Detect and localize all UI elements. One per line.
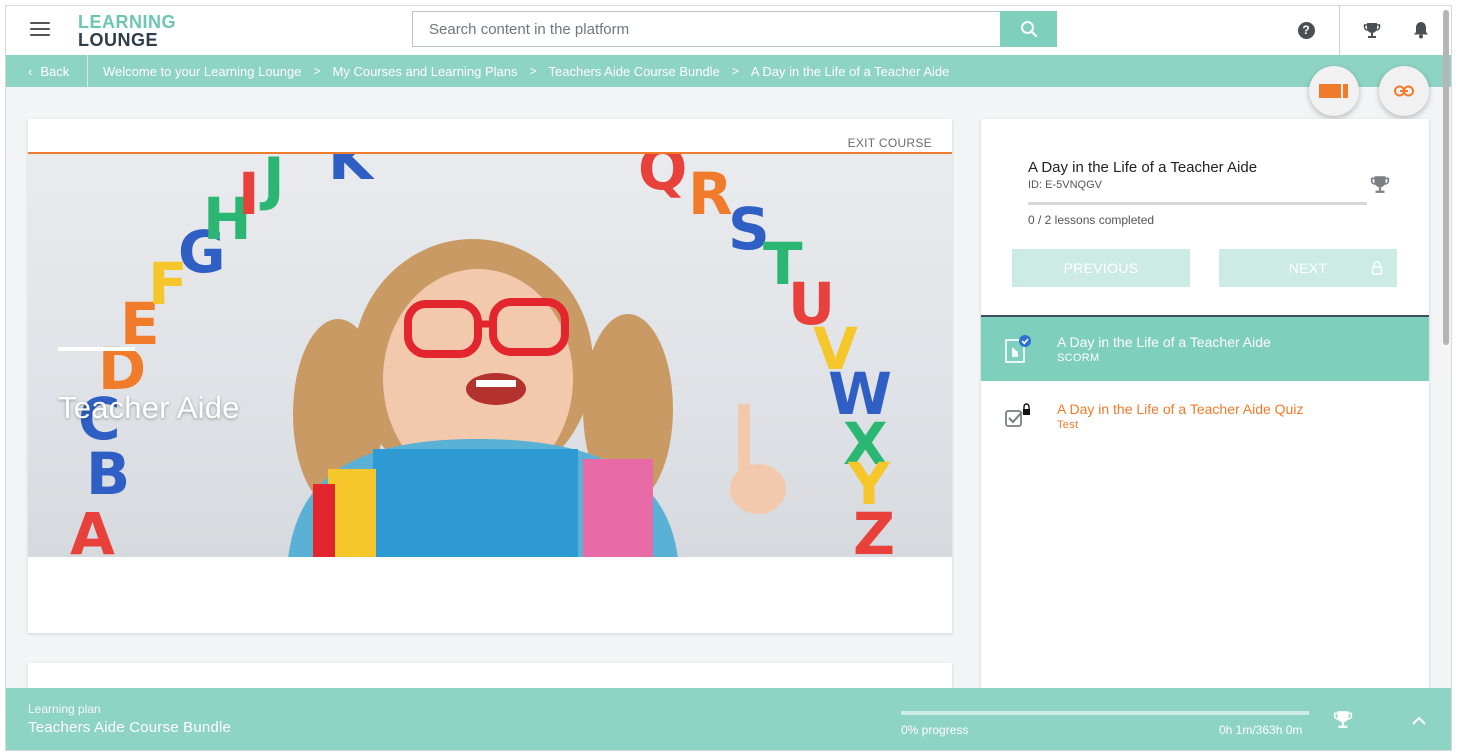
learning-plan-label: Learning plan	[28, 702, 101, 716]
course-progress-bar	[1028, 202, 1367, 205]
top-header: LEARNING LOUNGE ?	[6, 6, 1451, 55]
search-input[interactable]	[413, 12, 1002, 46]
course-trophy	[1370, 174, 1390, 199]
search-icon	[1020, 21, 1037, 38]
breadcrumb-trail: Welcome to your Learning Lounge > My Cou…	[88, 64, 949, 79]
previous-label: PREVIOUS	[1063, 260, 1139, 276]
lock-icon	[1371, 261, 1383, 275]
back-button[interactable]: ‹ Back	[6, 55, 88, 87]
plan-progress-bar	[901, 711, 1309, 715]
page-scrollbar[interactable]	[1443, 10, 1449, 345]
svg-text:R: R	[688, 160, 733, 228]
expand-plan-button[interactable]	[1412, 712, 1426, 730]
link-icon	[1394, 85, 1414, 97]
hero-title-accent	[58, 347, 135, 351]
svg-text:J: J	[259, 154, 285, 213]
share-link-button[interactable]	[1379, 66, 1429, 116]
svg-text:A: A	[70, 500, 115, 557]
plan-time-text: 0h 1m/363h 0m	[1219, 723, 1303, 737]
breadcrumb-item-current[interactable]: A Day in the Life of a Teacher Aide	[751, 64, 950, 79]
back-label: Back	[40, 63, 70, 79]
logo-line-1: LEARNING	[78, 12, 176, 32]
course-hero-image: A B C D E F G H I J K Q R S T U V W X Y …	[28, 152, 952, 557]
hero-illustration: A B C D E F G H I J K Q R S T U V W X Y …	[70, 154, 895, 557]
lesson-item[interactable]: A Day in the Life of a Teacher Aide SCOR…	[981, 317, 1429, 381]
next-label: NEXT	[1288, 260, 1328, 276]
next-button[interactable]: NEXT	[1219, 249, 1397, 287]
learning-plan-bar: Learning plan Teachers Aide Course Bundl…	[6, 688, 1451, 750]
notifications-button[interactable]	[1409, 18, 1433, 42]
lesson-item[interactable]: A Day in the Life of a Teacher Aide Quiz…	[981, 384, 1429, 448]
video-icon	[1319, 84, 1348, 98]
video-button[interactable]	[1309, 66, 1359, 116]
scorm-file-icon	[1005, 335, 1031, 363]
course-id: ID: E-5VNQGV	[1028, 179, 1102, 191]
course-player-card: EXIT COURSE A B C D E F G H I J K Q R S …	[28, 119, 952, 633]
app-window: LEARNING LOUNGE ?	[5, 5, 1452, 751]
svg-text:Q: Q	[638, 154, 687, 203]
breadcrumb-item-bundle[interactable]: Teachers Aide Course Bundle	[549, 64, 720, 79]
chevron-left-icon: ‹	[28, 63, 33, 79]
search-field	[412, 11, 1002, 47]
chevron-up-icon	[1412, 716, 1426, 725]
search-button[interactable]	[1000, 11, 1057, 47]
logo[interactable]: LEARNING LOUNGE	[78, 13, 176, 49]
lesson-type: Test	[1057, 419, 1079, 431]
svg-text:I: I	[238, 160, 260, 228]
plan-progress-text: 0% progress	[901, 723, 969, 737]
learning-plan-name[interactable]: Teachers Aide Course Bundle	[28, 719, 231, 736]
lesson-title: A Day in the Life of a Teacher Aide	[1057, 334, 1271, 350]
help-button[interactable]: ?	[1294, 18, 1318, 42]
hero-title: Teacher Aide	[58, 390, 240, 425]
svg-text:K: K	[328, 154, 375, 193]
menu-icon[interactable]	[30, 22, 50, 38]
header-divider	[1339, 6, 1340, 55]
test-checkbox-icon	[1005, 403, 1030, 427]
breadcrumb-separator: >	[313, 64, 321, 78]
logo-line-2: LOUNGE	[78, 30, 159, 50]
trophy-icon	[1363, 23, 1381, 38]
exit-course-button[interactable]: EXIT COURSE	[848, 136, 932, 150]
trophy-button[interactable]	[1360, 18, 1384, 42]
trophy-icon	[1333, 711, 1353, 728]
help-icon: ?	[1297, 21, 1315, 39]
breadcrumb-separator: >	[731, 64, 739, 78]
lessons-completed: 0 / 2 lessons completed	[1028, 213, 1155, 227]
breadcrumb: ‹ Back Welcome to your Learning Lounge >…	[6, 55, 1451, 87]
breadcrumb-item-home[interactable]: Welcome to your Learning Lounge	[103, 64, 302, 79]
trophy-icon	[1370, 176, 1390, 193]
course-title: A Day in the Life of a Teacher Aide	[1028, 159, 1258, 176]
course-outline-panel: A Day in the Life of a Teacher Aide ID: …	[981, 119, 1429, 709]
breadcrumb-separator: >	[529, 64, 537, 78]
svg-text:Z: Z	[853, 500, 895, 557]
plan-trophy	[1333, 709, 1353, 734]
bell-icon	[1414, 22, 1428, 39]
lesson-title: A Day in the Life of a Teacher Aide Quiz	[1057, 401, 1304, 417]
previous-button[interactable]: PREVIOUS	[1012, 249, 1190, 287]
breadcrumb-item-my-courses[interactable]: My Courses and Learning Plans	[333, 64, 518, 79]
lesson-type: SCORM	[1057, 352, 1100, 364]
